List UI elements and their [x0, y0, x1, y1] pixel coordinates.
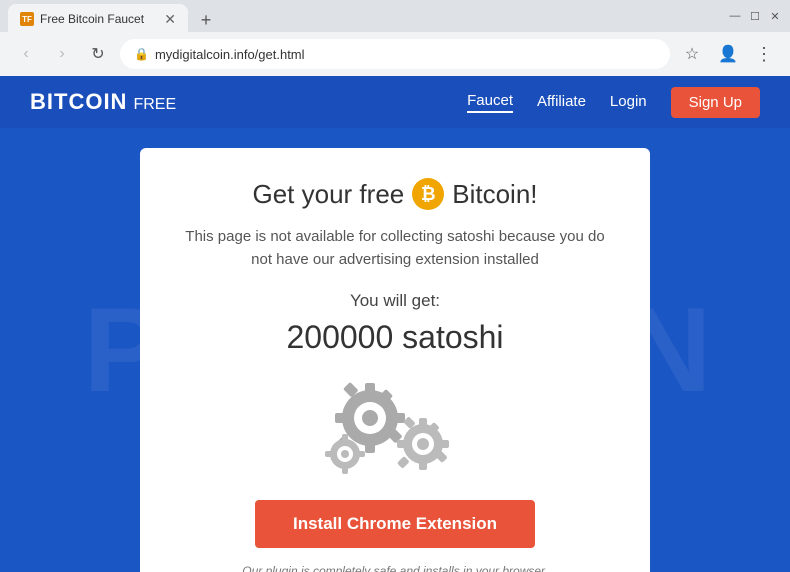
- satoshi-amount: 200000 satoshi: [180, 319, 610, 356]
- card-description: This page is not available for collectin…: [180, 226, 610, 271]
- lock-icon: 🔒: [134, 47, 149, 61]
- you-will-get-label: You will get:: [180, 291, 610, 311]
- brand-logo: BITCOIN FREE: [30, 89, 176, 115]
- signup-button[interactable]: Sign Up: [671, 87, 760, 118]
- gears-svg: [315, 376, 475, 476]
- refresh-button[interactable]: ↻: [84, 40, 112, 68]
- browser-tab[interactable]: TF Free Bitcoin Faucet ✕: [8, 4, 188, 34]
- page-content: BITCOIN FREE Faucet Affiliate Login Sign…: [0, 76, 790, 572]
- restore-button[interactable]: ☐: [748, 9, 762, 23]
- menu-button[interactable]: ⋮: [750, 40, 778, 68]
- window-controls: — ☐ ✕: [728, 9, 782, 23]
- tab-title-text: Free Bitcoin Faucet: [40, 12, 158, 26]
- tab-favicon: TF: [20, 12, 34, 26]
- card-title-post: Bitcoin!: [452, 179, 537, 210]
- minimize-button[interactable]: —: [728, 9, 742, 23]
- bitcoin-logo-icon: ₿: [412, 178, 444, 210]
- plugin-note-line1: Our plugin is completely safe and instal…: [242, 564, 547, 572]
- bookmark-button[interactable]: ☆: [678, 40, 706, 68]
- forward-button[interactable]: ›: [48, 40, 76, 68]
- navbar: BITCOIN FREE Faucet Affiliate Login Sign…: [0, 76, 790, 128]
- card-title: Get your free ₿ Bitcoin!: [180, 178, 610, 210]
- browser-frame: TF Free Bitcoin Faucet ✕ + — ☐ ✕ ‹ › ↻ 🔒…: [0, 0, 790, 572]
- plugin-note: Our plugin is completely safe and instal…: [180, 562, 610, 572]
- tab-close-button[interactable]: ✕: [164, 11, 176, 28]
- account-button[interactable]: 👤: [714, 40, 742, 68]
- nav-login[interactable]: Login: [610, 93, 647, 112]
- title-bar: TF Free Bitcoin Faucet ✕ + — ☐ ✕: [0, 0, 790, 32]
- install-extension-button[interactable]: Install Chrome Extension: [255, 500, 535, 548]
- new-tab-button[interactable]: +: [192, 6, 220, 34]
- close-button[interactable]: ✕: [768, 9, 782, 23]
- address-bar: ‹ › ↻ 🔒 mydigitalcoin.info/get.html ☆ 👤 …: [0, 32, 790, 76]
- gears-graphic: [180, 376, 610, 476]
- nav-links: Faucet Affiliate Login Sign Up: [467, 87, 760, 118]
- address-input[interactable]: 🔒 mydigitalcoin.info/get.html: [120, 39, 670, 69]
- brand-bitcoin-text: BITCOIN: [30, 89, 127, 115]
- brand-free-text: FREE: [133, 96, 176, 114]
- nav-faucet[interactable]: Faucet: [467, 92, 513, 113]
- nav-affiliate[interactable]: Affiliate: [537, 93, 586, 112]
- back-button[interactable]: ‹: [12, 40, 40, 68]
- card-title-pre: Get your free: [253, 179, 405, 210]
- main-area: PTC FISION Get your free ₿ Bitcoin! This…: [0, 128, 790, 572]
- main-card: Get your free ₿ Bitcoin! This page is no…: [140, 148, 650, 572]
- url-text: mydigitalcoin.info/get.html: [155, 47, 656, 62]
